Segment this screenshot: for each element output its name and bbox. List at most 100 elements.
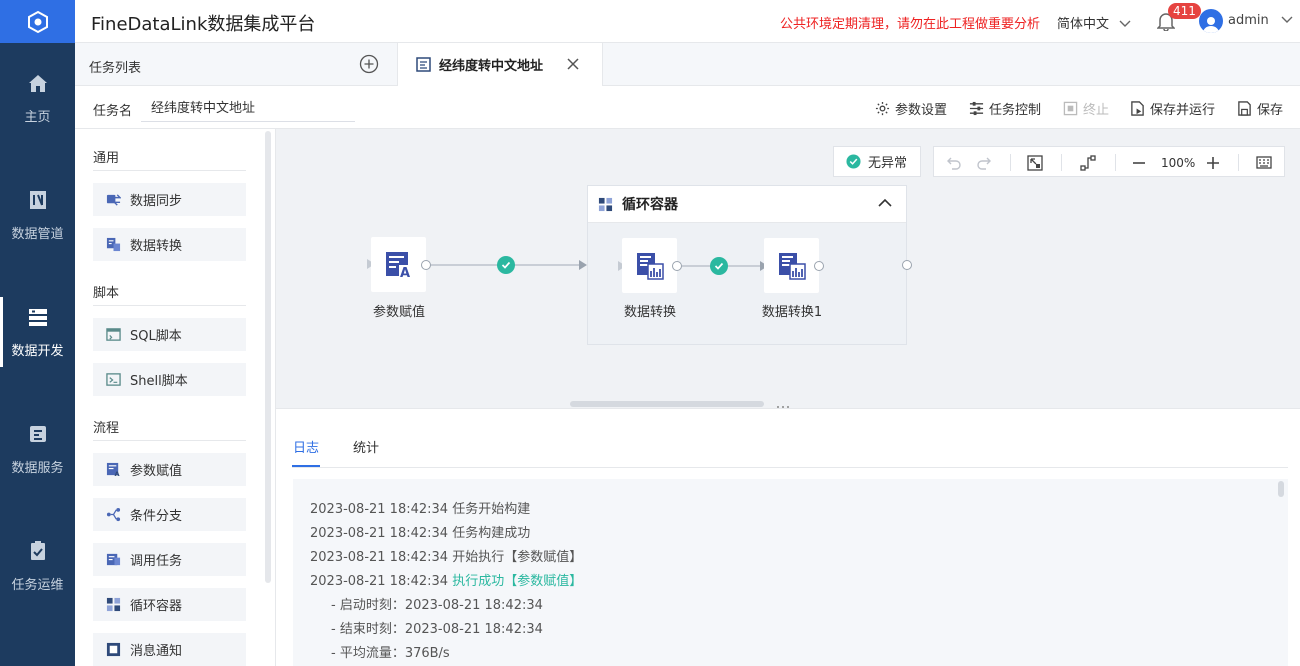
tab-active-task[interactable]: 经纬度转中文地址 [397, 43, 603, 86]
active-tab-indicator [292, 465, 320, 467]
notification-badge: 411 [1168, 3, 1201, 19]
node-label: 数据转换 [623, 305, 676, 320]
nav-label: 数据管道 [11, 226, 64, 242]
params-label: 参数设置 [895, 103, 948, 118]
nav-item-service[interactable]: 数据服务 [0, 394, 75, 504]
layout-button[interactable] [1080, 147, 1096, 178]
toolbar-divider [1010, 154, 1011, 171]
language-select[interactable]: 简体中文 [1057, 13, 1131, 32]
palette-item-message[interactable]: 消息通知 [93, 633, 246, 666]
node-palette: 通用 数据同步 数据转换 脚本 SQL脚本 Shell脚本 流程 A 参数赋值 … [75, 129, 276, 666]
nav-item-ops[interactable]: 任务运维 [0, 511, 75, 621]
log-line: 2023-08-21 18:42:34 开始执行【参数赋值】 [310, 550, 583, 565]
stop-icon [1063, 101, 1078, 116]
call-task-icon [106, 553, 121, 566]
add-tab-icon[interactable] [359, 54, 379, 74]
category-title: 通用 [93, 151, 120, 166]
top-header: FineDataLink数据集成平台 公共环境定期清理，请勿在此工程做重要分析 … [75, 0, 1300, 43]
branch-icon [106, 507, 121, 522]
minus-icon [1133, 161, 1145, 164]
node-data-transform[interactable] [622, 238, 677, 293]
tab-stats[interactable]: 统计 [353, 437, 379, 456]
category-divider [93, 440, 246, 441]
data-transform-icon [778, 252, 806, 280]
node-label: 数据转换1 [761, 305, 823, 320]
container-output-port[interactable] [902, 260, 912, 270]
palette-item-label: 调用任务 [130, 554, 183, 569]
category-divider [93, 170, 246, 171]
notice-text: 公共环境定期清理，请勿在此工程做重要分析 [780, 17, 1041, 32]
nav-label: 任务运维 [11, 577, 64, 593]
log-scrollbar[interactable] [1278, 481, 1284, 497]
layout-icon [1080, 154, 1096, 171]
palette-item-branch[interactable]: 条件分支 [93, 498, 246, 531]
palette-scrollbar[interactable] [265, 131, 271, 583]
save-run-button[interactable]: 保存并运行 [1130, 99, 1215, 118]
user-menu[interactable]: admin [1228, 13, 1293, 28]
log-line-detail: - 结束时刻：2023-08-21 18:42:34 [331, 622, 543, 637]
canvas-horizontal-scrollbar[interactable] [570, 401, 764, 407]
palette-item-label: 参数赋值 [130, 464, 183, 479]
output-port[interactable] [421, 260, 431, 270]
zoom-in-button[interactable] [1206, 147, 1220, 178]
loop-container-icon [598, 197, 613, 211]
log-line-detail: - 启动时刻：2023-08-21 18:42:34 [331, 598, 543, 613]
tab-label: 经纬度转中文地址 [439, 59, 544, 74]
palette-item-label: 条件分支 [130, 509, 183, 524]
toolbar-divider [1115, 154, 1116, 171]
palette-item-sql-script[interactable]: SQL脚本 [93, 318, 246, 351]
tab-log[interactable]: 日志 [293, 437, 319, 456]
category-title: 脚本 [93, 286, 120, 301]
param-assign-icon: A [106, 462, 120, 477]
stop-button[interactable]: 终止 [1063, 99, 1109, 118]
fit-view-button[interactable] [1027, 147, 1043, 178]
toolbar-divider [1061, 154, 1062, 171]
flow-canvas[interactable]: 无异常 100% A 参数赋值 循环容器 数据转换 数据转换1 [276, 129, 1300, 408]
chevron-up-icon[interactable] [878, 198, 892, 207]
logo-icon [27, 10, 48, 33]
dev-icon [28, 308, 47, 326]
task-list-label[interactable]: 任务列表 [89, 57, 141, 76]
tabs-bar: 任务列表 经纬度转中文地址 [75, 43, 1300, 86]
output-port[interactable] [814, 261, 824, 271]
loop-container[interactable]: 循环容器 数据转换 数据转换1 [587, 185, 907, 345]
app-title: FineDataLink数据集成平台 [91, 14, 316, 35]
node-param-assign[interactable]: A [371, 237, 426, 292]
log-line-detail: - 平均流量：376B/s [331, 646, 450, 661]
tab-divider [292, 467, 1288, 468]
task-name-input[interactable] [141, 92, 355, 122]
log-panel: 日志 统计 2023-08-21 18:42:34 任务开始构建 2023-08… [276, 408, 1300, 666]
status-indicator[interactable]: 无异常 [833, 146, 921, 177]
node-data-transform-1[interactable] [764, 238, 819, 293]
keyboard-shortcuts-button[interactable] [1256, 147, 1272, 178]
task-control-button[interactable]: 任务控制 [969, 99, 1041, 118]
output-port[interactable] [672, 261, 682, 271]
nav-item-pipeline[interactable]: 数据管道 [0, 160, 75, 270]
palette-item-loop-container[interactable]: 循环容器 [93, 588, 246, 621]
undo-button[interactable] [946, 147, 962, 178]
stop-label: 终止 [1083, 103, 1110, 118]
sql-script-icon [106, 328, 121, 341]
zoom-out-button[interactable] [1132, 147, 1146, 178]
params-button[interactable]: 参数设置 [875, 99, 947, 118]
palette-item-param-assign[interactable]: A 参数赋值 [93, 453, 246, 486]
loop-container-title: 循环容器 [622, 197, 678, 213]
nav-label: 主页 [24, 109, 51, 125]
palette-item-call-task[interactable]: 调用任务 [93, 543, 246, 576]
nav-item-home[interactable]: 主页 [0, 43, 75, 153]
palette-item-data-sync[interactable]: 数据同步 [93, 183, 246, 216]
save-button[interactable]: 保存 [1237, 99, 1283, 118]
redo-icon [977, 157, 991, 170]
nav-item-dev[interactable]: 数据开发 [0, 277, 75, 387]
palette-item-data-transform[interactable]: 数据转换 [93, 228, 246, 261]
avatar[interactable] [1199, 9, 1223, 33]
loop-container-header[interactable]: 循环容器 [588, 186, 906, 223]
app-logo[interactable] [0, 0, 75, 43]
shell-script-icon [106, 373, 121, 386]
canvas-toolbar: 100% [933, 146, 1285, 177]
redo-button[interactable] [976, 147, 992, 178]
chevron-down-icon [1119, 20, 1131, 27]
palette-item-shell-script[interactable]: Shell脚本 [93, 363, 246, 396]
svg-text:A: A [114, 470, 120, 477]
close-icon[interactable] [566, 57, 580, 71]
